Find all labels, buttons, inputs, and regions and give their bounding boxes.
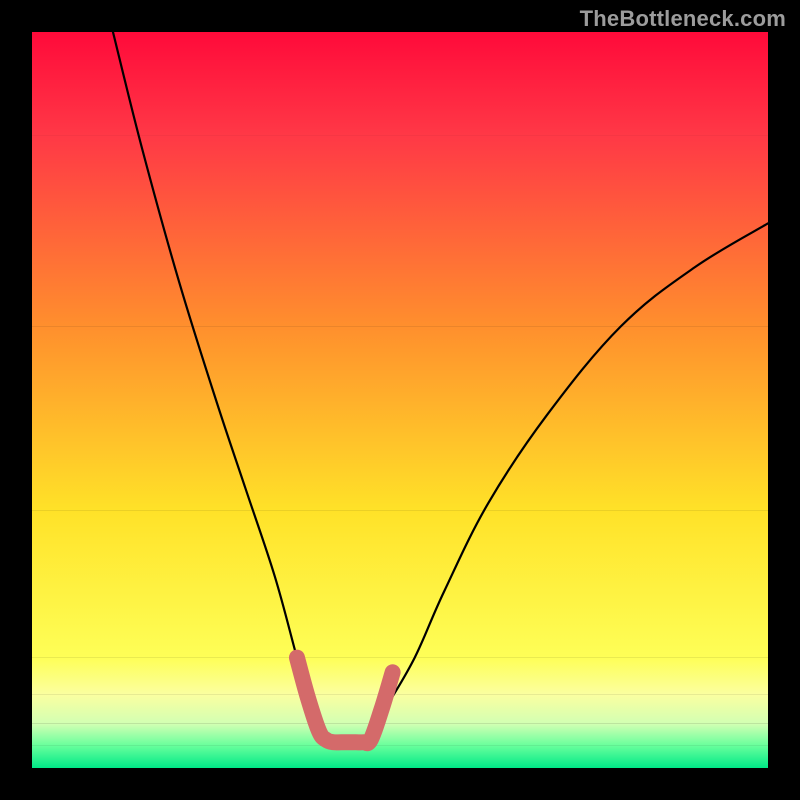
bg-band <box>32 658 768 695</box>
bg-band <box>32 746 768 768</box>
bottleneck-chart <box>32 32 768 768</box>
bg-band <box>32 694 768 723</box>
bg-band <box>32 32 768 135</box>
bg-band <box>32 326 768 510</box>
bg-band <box>32 135 768 326</box>
bg-band <box>32 510 768 657</box>
chart-frame: TheBottleneck.com <box>0 0 800 800</box>
bg-band <box>32 724 768 746</box>
plot-area <box>32 32 768 768</box>
watermark-text: TheBottleneck.com <box>580 6 786 32</box>
